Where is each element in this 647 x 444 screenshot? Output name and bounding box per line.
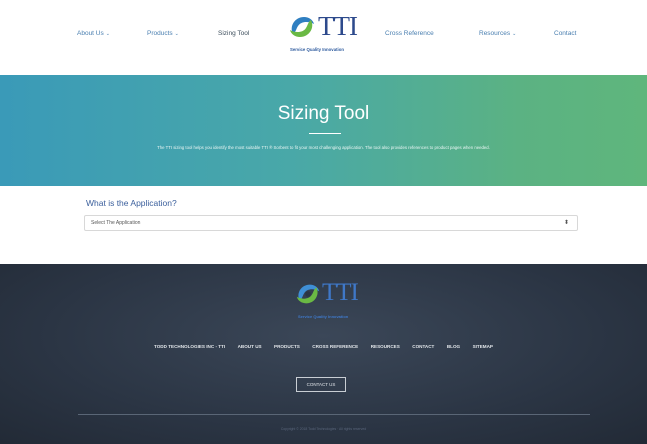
nav-sizing-tool[interactable]: Sizing Tool	[218, 30, 249, 37]
site-logo[interactable]: TTI Service Quality Innovation	[285, 8, 375, 58]
nav-sizing-tool-label: Sizing Tool	[218, 30, 250, 37]
page-title: Sizing Tool	[277, 103, 370, 124]
hero-description: The TTI sizing tool helps you identify t…	[157, 145, 490, 150]
nav-about-us-label: About Us	[77, 30, 104, 37]
application-section: What is the Application? Select The Appl…	[0, 186, 647, 264]
nav-about-us[interactable]: About Us ⌄	[77, 30, 110, 37]
footer-link-sitemap[interactable]: SITEMAP	[473, 344, 493, 349]
logo-text: TTI	[318, 11, 358, 41]
hero-banner: Sizing Tool The TTI sizing tool helps yo…	[0, 75, 647, 186]
copyright-text: Copyright © 2018 Todd Technologies · All…	[280, 427, 367, 431]
nav-products-label: Products	[147, 30, 173, 37]
footer-link-resources[interactable]: RESOURCES	[371, 344, 400, 349]
logo-swirl-icon	[290, 17, 314, 37]
nav-contact[interactable]: Contact	[554, 30, 576, 37]
footer-logo-text: TTI	[322, 279, 359, 306]
application-select-value: Select The Application	[91, 220, 141, 226]
footer-divider	[78, 414, 590, 415]
application-question-label: What is the Application?	[86, 198, 177, 208]
select-arrows-icon: ⬍	[563, 220, 569, 226]
footer-nav: TODD TECHNOLOGIES INC - TTI ABOUT US PRO…	[0, 335, 647, 353]
nav-contact-label: Contact	[554, 30, 577, 37]
site-footer: TTI Service Quality Innovation TODD TECH…	[0, 264, 647, 444]
nav-cross-reference-label: Cross Reference	[385, 30, 434, 37]
footer-link-cross-reference[interactable]: CROSS REFERENCE	[312, 344, 358, 349]
nav-resources[interactable]: Resources ⌄	[479, 30, 516, 37]
chevron-down-icon: ⌄	[174, 31, 179, 37]
footer-link-blog[interactable]: BLOG	[447, 344, 460, 349]
site-header: About Us ⌄ Products ⌄ Sizing Tool TTI Serv…	[0, 0, 647, 75]
application-select[interactable]: Select The Application ⬍	[84, 215, 578, 231]
footer-logo-tagline: Service Quality Innovation	[298, 314, 349, 319]
nav-cross-reference[interactable]: Cross Reference	[385, 30, 434, 37]
footer-link-about-us[interactable]: ABOUT US	[238, 344, 262, 349]
title-divider	[309, 133, 341, 134]
footer-logo[interactable]: TTI Service Quality Innovation	[292, 278, 372, 324]
nav-resources-label: Resources	[479, 30, 511, 37]
footer-link-company[interactable]: TODD TECHNOLOGIES INC - TTI	[154, 344, 225, 349]
footer-link-products[interactable]: PRODUCTS	[274, 344, 300, 349]
logo-tagline: Service Quality Innovation	[290, 47, 344, 52]
contact-us-button[interactable]: CONTACT US	[296, 377, 346, 392]
chevron-down-icon: ⌄	[105, 31, 110, 37]
footer-link-contact[interactable]: CONTACT	[412, 344, 434, 349]
nav-products[interactable]: Products ⌄	[147, 30, 179, 37]
chevron-down-icon: ⌄	[512, 31, 517, 37]
logo-swirl-icon	[296, 284, 320, 304]
